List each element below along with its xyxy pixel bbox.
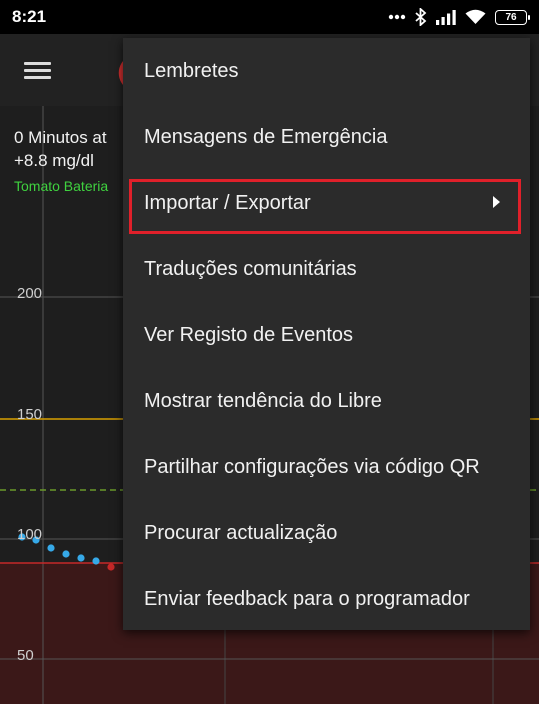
menu-item-emergency-messages[interactable]: Mensagens de Emergência <box>123 104 530 170</box>
status-bar: 8:21 76 <box>0 0 539 34</box>
reading-point <box>62 550 70 558</box>
menu-item-reminders[interactable]: Lembretes <box>123 38 530 104</box>
menu-item-import-export[interactable]: Importar / Exportar <box>123 170 530 236</box>
y-tick-label: 200 <box>17 285 43 302</box>
bluetooth-icon <box>415 8 427 26</box>
menu-item-check-update[interactable]: Procurar actualização <box>123 500 530 566</box>
battery-level: 76 <box>505 11 517 23</box>
reading-point <box>77 554 85 562</box>
menu-item-label: Importar / Exportar <box>144 191 311 214</box>
wifi-icon <box>465 9 486 24</box>
dots-icon <box>388 14 406 20</box>
y-tick-label: 100 <box>17 526 43 543</box>
reading-point <box>92 557 100 565</box>
y-tick-label: 50 <box>17 647 34 664</box>
status-time: 8:21 <box>12 7 47 26</box>
submenu-arrow-icon <box>493 196 500 208</box>
status-icons: 76 <box>388 8 530 26</box>
signal-icon <box>436 10 456 25</box>
menu-item-libre-trend[interactable]: Mostrar tendência do Libre <box>123 368 530 434</box>
delta-value: +8.8 mg/dl <box>14 151 94 170</box>
overflow-menu: Lembretes Mensagens de Emergência Import… <box>123 38 530 630</box>
menu-item-event-log[interactable]: Ver Registo de Eventos <box>123 302 530 368</box>
reading-point <box>47 544 55 552</box>
reading-point <box>107 563 115 571</box>
menu-item-community-translations[interactable]: Traduções comunitárias <box>123 236 530 302</box>
menu-item-send-feedback[interactable]: Enviar feedback para o programador <box>123 566 530 632</box>
battery-status: Tomato Bateria <box>14 178 109 194</box>
last-reading-time: 0 Minutos at <box>14 128 107 147</box>
hamburger-menu-icon[interactable] <box>24 62 51 80</box>
battery-icon: 76 <box>495 9 530 25</box>
y-tick-label: 150 <box>17 406 43 423</box>
menu-item-share-qr[interactable]: Partilhar configurações via código QR <box>123 434 530 500</box>
